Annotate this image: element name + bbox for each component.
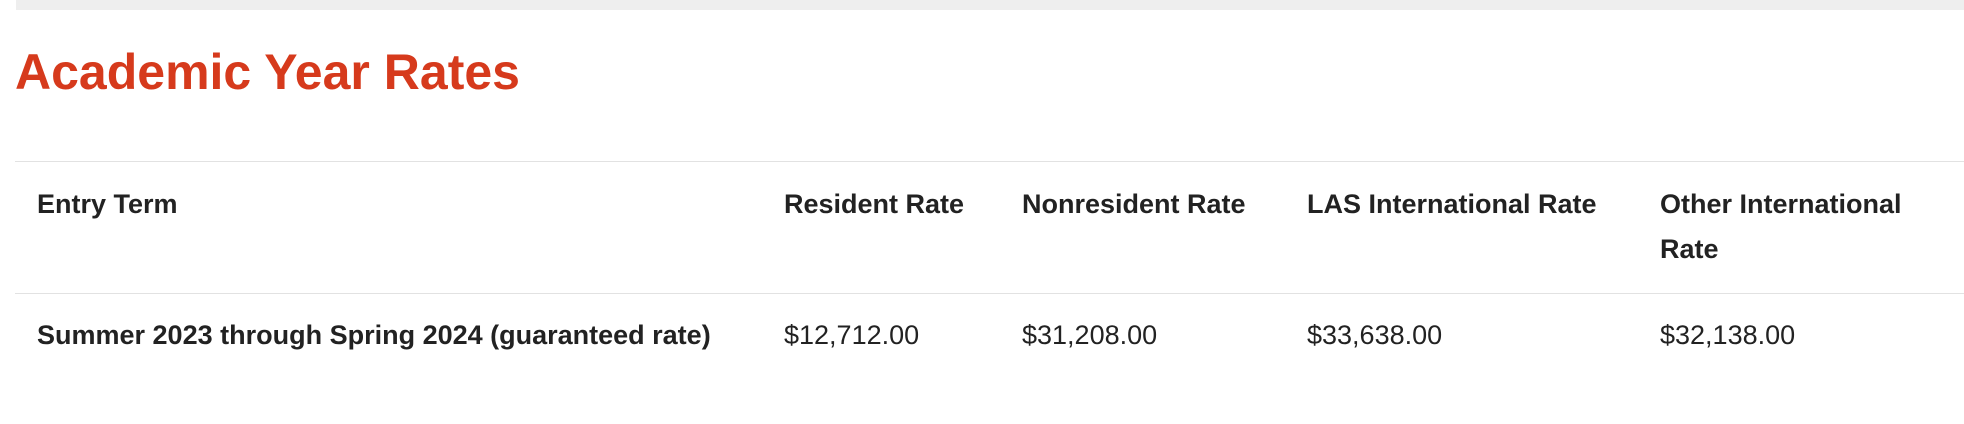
resident-rate-cell: $12,712.00	[784, 320, 920, 350]
column-header-resident-rate: Resident Rate	[762, 161, 1000, 294]
column-header-other-international-rate: Other International Rate	[1638, 161, 1964, 294]
other-international-rate-cell: $32,138.00	[1660, 320, 1796, 350]
page-title: Academic Year Rates	[15, 44, 520, 100]
table-body: Summer 2023 through Spring 2024 (guarant…	[15, 294, 1964, 380]
column-header-entry-term: Entry Term	[15, 161, 762, 294]
column-header-las-international-rate: LAS International Rate	[1285, 161, 1638, 294]
table-row: Summer 2023 through Spring 2024 (guarant…	[15, 294, 1964, 380]
top-divider	[16, 0, 1964, 10]
table-header: Entry Term Resident Rate Nonresident Rat…	[15, 161, 1964, 294]
las-international-rate-cell: $33,638.00	[1307, 320, 1443, 350]
column-header-nonresident-rate: Nonresident Rate	[1000, 161, 1285, 294]
nonresident-rate-cell: $31,208.00	[1022, 320, 1158, 350]
entry-term-cell: Summer 2023 through Spring 2024 (guarant…	[37, 320, 711, 350]
academic-year-rates-table: Entry Term Resident Rate Nonresident Rat…	[15, 161, 1964, 379]
header-row: Entry Term Resident Rate Nonresident Rat…	[15, 161, 1964, 294]
